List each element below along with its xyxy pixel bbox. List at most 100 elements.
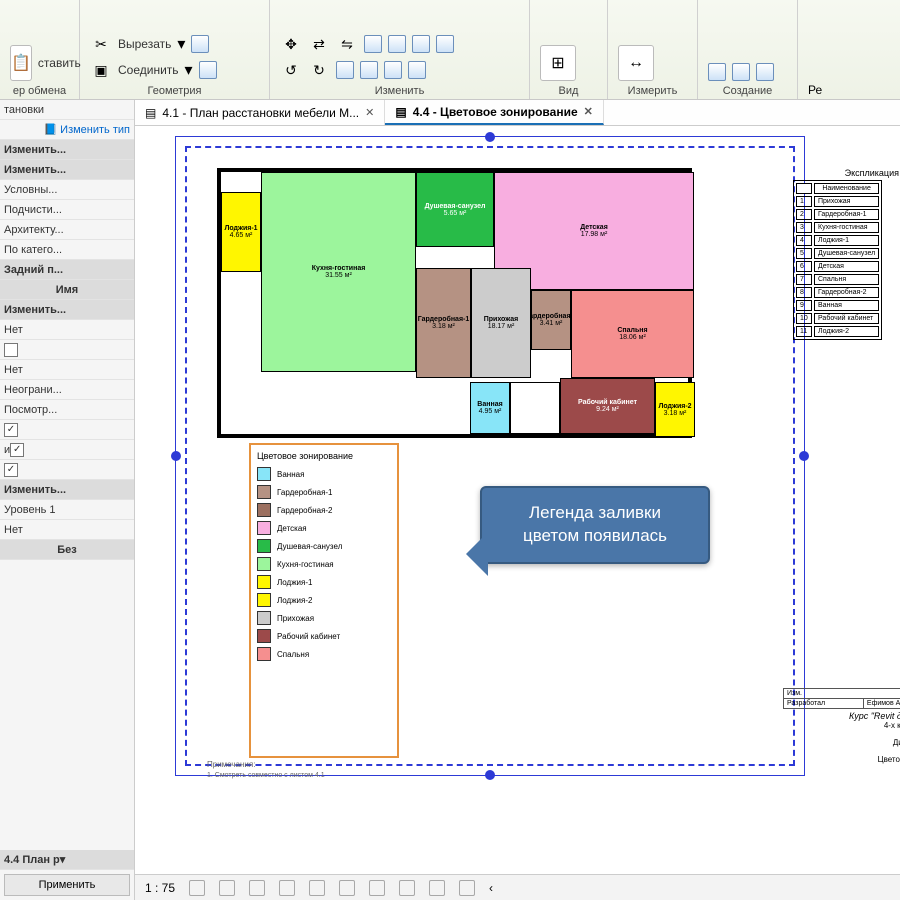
rotate-ccw-icon[interactable]: ↺ bbox=[280, 59, 302, 81]
prop-row[interactable]: Посмотр... bbox=[0, 400, 134, 420]
trim-icon[interactable] bbox=[388, 35, 406, 53]
checkbox-icon[interactable]: ✓ bbox=[10, 443, 24, 457]
temp-hide-icon[interactable] bbox=[399, 880, 415, 896]
close-icon[interactable]: ✕ bbox=[584, 105, 593, 118]
view-button[interactable]: ⊞ bbox=[540, 45, 576, 81]
prop-row[interactable]: Подчисти... bbox=[0, 200, 134, 220]
create-icon-2[interactable] bbox=[732, 63, 750, 81]
prop-row[interactable]: Без bbox=[0, 540, 134, 560]
checkbox-icon[interactable] bbox=[4, 343, 18, 357]
prop-row[interactable]: ✓ bbox=[0, 460, 134, 480]
reveal-icon[interactable] bbox=[429, 880, 445, 896]
prop-row[interactable]: Нет bbox=[0, 320, 134, 340]
move-icon[interactable]: ✥ bbox=[280, 33, 302, 55]
title-block: Изм. РазработалЕфимов А.А. Курс "Revit д… bbox=[783, 688, 900, 764]
shadows-icon[interactable] bbox=[249, 880, 265, 896]
floor-plan: Лоджия-14.65 м² Кухня-гостиная31.55 м² Д… bbox=[217, 168, 692, 438]
prop-row[interactable]: ✓ bbox=[0, 420, 134, 440]
measure-button[interactable]: ↔ bbox=[618, 45, 654, 81]
mirror-icon[interactable]: ⇋ bbox=[336, 33, 358, 55]
edit-type-link[interactable]: 📘Изменить тип bbox=[43, 123, 130, 136]
paste-button[interactable]: 📋 bbox=[10, 45, 32, 81]
legend-label: Детская bbox=[277, 524, 307, 533]
prop-row[interactable]: Условны... bbox=[0, 180, 134, 200]
ribbon-group-geometry: Геометрия bbox=[90, 85, 259, 97]
visual-style-icon[interactable] bbox=[189, 880, 205, 896]
scale-display[interactable]: 1 : 75 bbox=[145, 881, 175, 895]
explication-title: Экспликация по bbox=[793, 168, 900, 178]
legend-item: Детская bbox=[257, 521, 391, 535]
prop-row[interactable]: и ✓ bbox=[0, 440, 134, 460]
scale-icon[interactable] bbox=[336, 61, 354, 79]
chevron-left-icon[interactable]: ‹ bbox=[489, 881, 493, 895]
checkbox-icon[interactable]: ✓ bbox=[4, 463, 18, 477]
sun-path-icon[interactable] bbox=[219, 880, 235, 896]
resize-handle[interactable] bbox=[799, 451, 809, 461]
prop-row[interactable]: тановки bbox=[0, 100, 134, 120]
split-icon[interactable] bbox=[412, 35, 430, 53]
room-shower: Душевая-санузел5.65 м² bbox=[416, 172, 494, 247]
legend-label: Прихожая bbox=[277, 614, 314, 623]
pin-icon[interactable] bbox=[360, 61, 378, 79]
prop-row[interactable]: Уровень 1 bbox=[0, 500, 134, 520]
copy-icon[interactable] bbox=[384, 61, 402, 79]
array-icon[interactable] bbox=[436, 35, 454, 53]
tab-plan-44[interactable]: ▤ 4.4 - Цветовое зонирование ✕ bbox=[385, 100, 604, 125]
notes-label: Примечания: bbox=[207, 760, 255, 769]
resize-handle[interactable] bbox=[485, 770, 495, 780]
align-icon[interactable] bbox=[364, 35, 382, 53]
room-wardrobe-2: Гардеробная-23.41 м² bbox=[531, 290, 571, 350]
legend-swatch bbox=[257, 557, 271, 571]
prop-row[interactable]: Изменить... bbox=[0, 160, 134, 180]
prop-row[interactable]: Архитекту... bbox=[0, 220, 134, 240]
ribbon-group-clipboard: ер обмена bbox=[10, 85, 69, 97]
tool-icon[interactable] bbox=[191, 35, 209, 53]
prop-row[interactable]: По катего... bbox=[0, 240, 134, 260]
rotate-cw-icon[interactable]: ↻ bbox=[308, 59, 330, 81]
legend-item: Рабочий кабинет bbox=[257, 629, 391, 643]
room-hall: Прихожая18.17 м² bbox=[471, 268, 531, 378]
paste-label: ставить bbox=[38, 56, 81, 70]
prop-row[interactable]: Нет bbox=[0, 520, 134, 540]
legend-label: Рабочий кабинет bbox=[277, 632, 340, 641]
properties-panel: тановки 📘Изменить тип Изменить... Измени… bbox=[0, 100, 135, 900]
room-loggia-2: Лоджия-23.18 м² bbox=[655, 382, 695, 437]
prop-row[interactable]: Задний п... bbox=[0, 260, 134, 280]
prop-row[interactable]: Изменить... bbox=[0, 480, 134, 500]
legend-label: Душевая-санузел bbox=[277, 542, 342, 551]
apply-button[interactable]: Применить bbox=[4, 874, 130, 896]
viewport-cropbox[interactable]: Лоджия-14.65 м² Кухня-гостиная31.55 м² Д… bbox=[185, 146, 795, 766]
drawing-canvas[interactable]: Лоджия-14.65 м² Кухня-гостиная31.55 м² Д… bbox=[135, 126, 900, 874]
note-1: 1. Смотреть совместно с листом 4.1 bbox=[207, 772, 325, 779]
room-blank bbox=[510, 382, 560, 434]
legend-label: Ванная bbox=[277, 470, 304, 479]
crop-icon[interactable] bbox=[309, 880, 325, 896]
prop-row[interactable]: Изменить... bbox=[0, 300, 134, 320]
offset-icon[interactable]: ⇄ bbox=[308, 33, 330, 55]
checkbox-icon[interactable]: ✓ bbox=[4, 423, 18, 437]
group-icon[interactable] bbox=[408, 61, 426, 79]
create-icon-1[interactable] bbox=[708, 63, 726, 81]
room-bedroom: Спальня18.06 м² bbox=[571, 290, 694, 378]
render-icon[interactable] bbox=[279, 880, 295, 896]
join-icon[interactable]: ▣ bbox=[90, 59, 112, 81]
resize-handle[interactable] bbox=[485, 132, 495, 142]
legend-item: Спальня bbox=[257, 647, 391, 661]
prop-combo[interactable]: 4.4 План р ▾ bbox=[0, 850, 134, 870]
legend-label: Гардеробная-1 bbox=[277, 488, 333, 497]
tab-plan-41[interactable]: ▤ 4.1 - План расстановки мебели М... ✕ bbox=[135, 100, 385, 125]
cut-icon[interactable]: ✂ bbox=[90, 33, 112, 55]
lock-icon[interactable] bbox=[369, 880, 385, 896]
tool-icon-2[interactable] bbox=[199, 61, 217, 79]
tutorial-callout: Легенда заливки цветом появилась bbox=[480, 486, 710, 564]
resize-handle[interactable] bbox=[171, 451, 181, 461]
prop-row[interactable]: Изменить... bbox=[0, 140, 134, 160]
close-icon[interactable]: ✕ bbox=[365, 106, 374, 119]
legend-swatch bbox=[257, 539, 271, 553]
worksharing-icon[interactable] bbox=[459, 880, 475, 896]
prop-row[interactable]: Нет bbox=[0, 360, 134, 380]
prop-row[interactable] bbox=[0, 340, 134, 360]
create-icon-3[interactable] bbox=[756, 63, 774, 81]
prop-row[interactable]: Неограни... bbox=[0, 380, 134, 400]
crop-region-icon[interactable] bbox=[339, 880, 355, 896]
